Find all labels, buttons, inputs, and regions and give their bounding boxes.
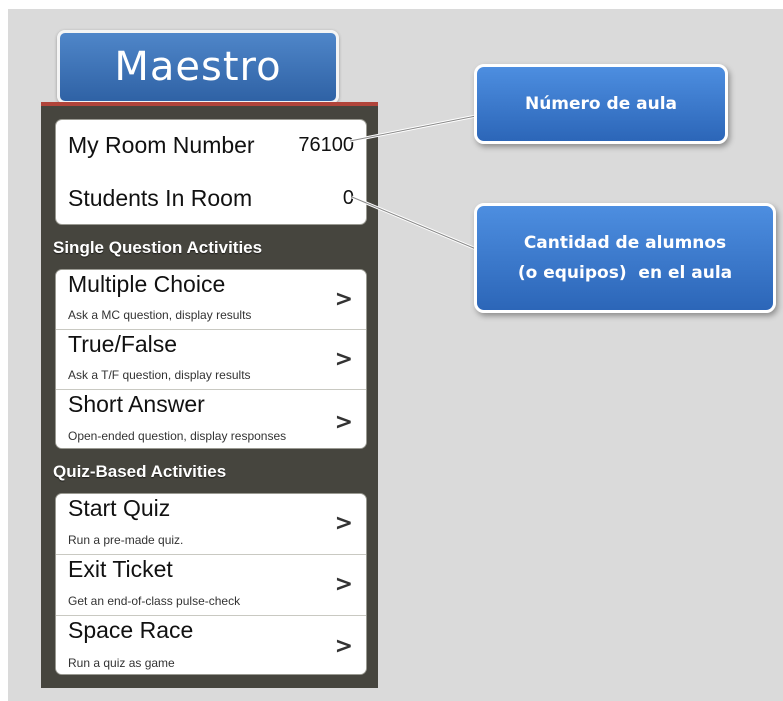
leader-line-room-shadow (349, 115, 477, 142)
leader-line-students-shadow (351, 196, 477, 250)
callout-room-number-text: Número de aula (524, 94, 678, 114)
callout-students-line2: (o equipos) en el aula (517, 263, 733, 283)
callout-students-line1: Cantidad de alumnos (523, 233, 727, 253)
callout-students: Cantidad de alumnos (o equipos) en el au… (474, 203, 776, 313)
callout-room-number: Número de aula (474, 64, 728, 144)
